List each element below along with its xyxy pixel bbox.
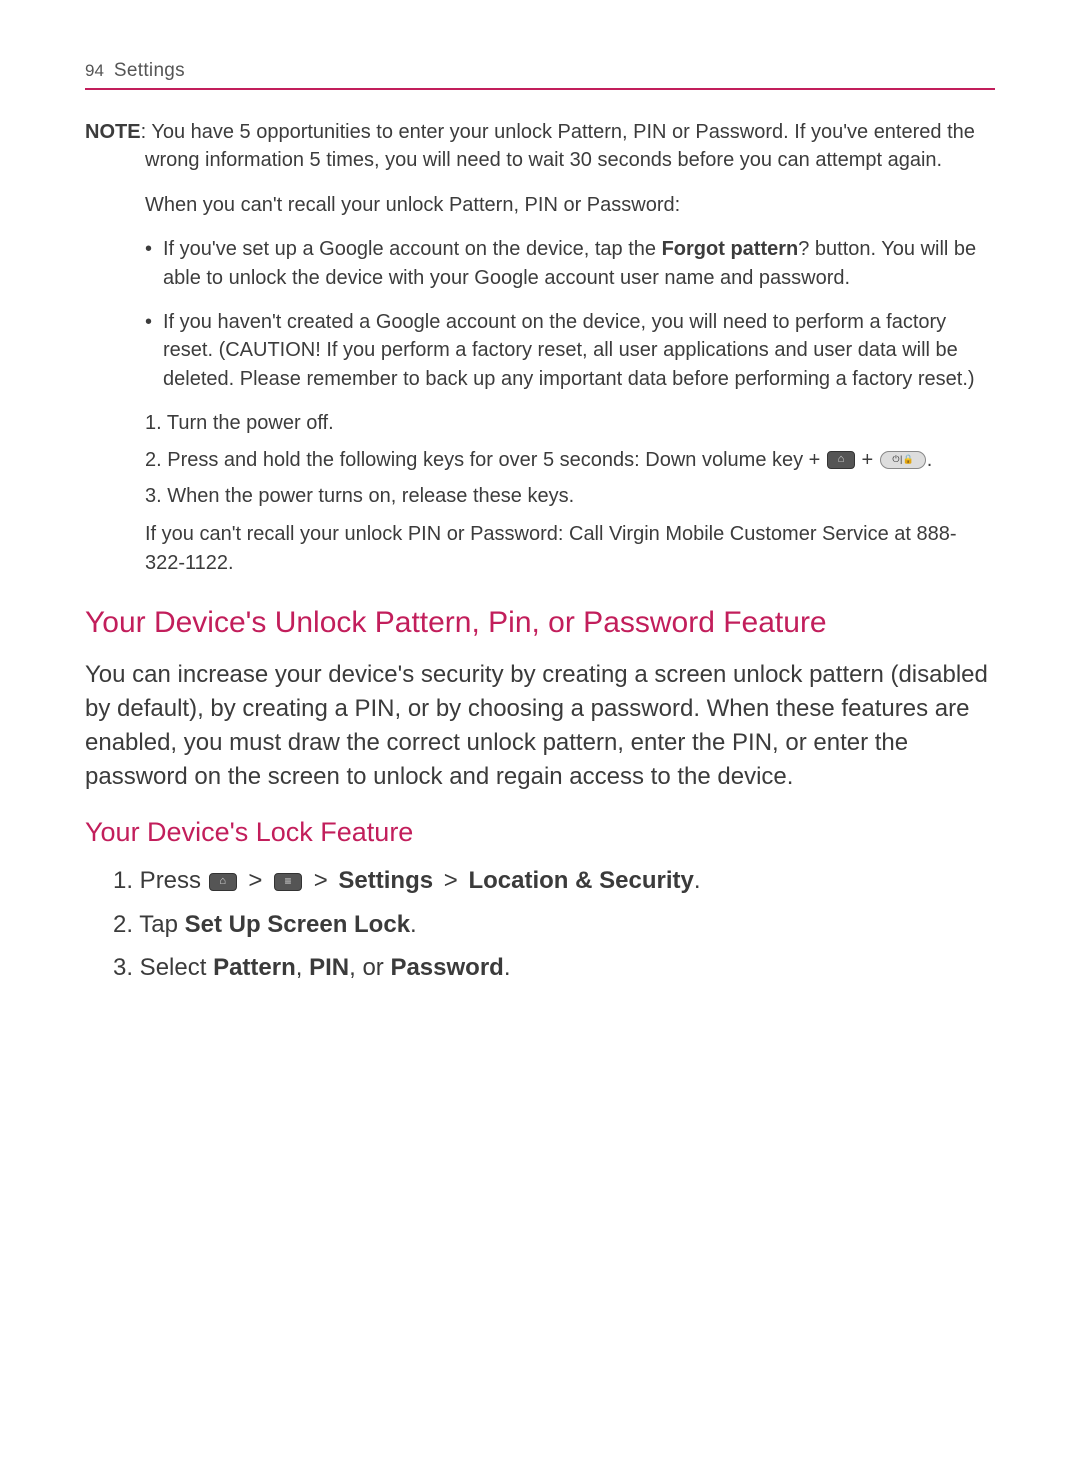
or-text: , or bbox=[349, 954, 390, 981]
list-item: 2. Press and hold the following keys for… bbox=[145, 446, 995, 474]
list-item: 1. Turn the power off. bbox=[145, 409, 995, 437]
settings-bold: Settings bbox=[338, 867, 433, 894]
forgot-pattern-bold: Forgot pattern bbox=[662, 238, 799, 260]
recall-intro: When you can't recall your unlock Patter… bbox=[85, 191, 995, 219]
list-item: If you haven't created a Google account … bbox=[145, 308, 995, 393]
page-number: 94 bbox=[85, 61, 104, 81]
list-item: 3. Select Pattern, PIN, or Password. bbox=[113, 949, 995, 986]
bullet-1-pre: If you've set up a Google account on the… bbox=[163, 238, 662, 260]
period: . bbox=[410, 911, 417, 938]
password-bold: Password bbox=[390, 954, 503, 981]
pin-bold: PIN bbox=[309, 954, 349, 981]
lock-feature-steps: 1. Press > > Settings > Location & Secur… bbox=[113, 862, 995, 986]
menu-key-icon bbox=[274, 873, 302, 891]
comma: , bbox=[296, 954, 309, 981]
pattern-bold: Pattern bbox=[213, 954, 296, 981]
page: 94 Settings NOTE: You have 5 opportuniti… bbox=[0, 0, 1080, 986]
step2-plus: + bbox=[856, 449, 879, 471]
note-intro: NOTE: You have 5 opportunities to enter … bbox=[85, 118, 995, 175]
section-title: Settings bbox=[114, 60, 185, 82]
body-unlock-feature: You can increase your device's security … bbox=[85, 658, 995, 794]
setup-screenlock-bold: Set Up Screen Lock bbox=[185, 911, 410, 938]
heading-lock-feature: Your Device's Lock Feature bbox=[85, 814, 995, 850]
list-item: 1. Press > > Settings > Location & Secur… bbox=[113, 862, 995, 899]
power-lock-key-icon bbox=[880, 451, 926, 469]
step3-pre: 3. Select bbox=[113, 954, 213, 981]
step2-pre: 2. Press and hold the following keys for… bbox=[145, 449, 826, 471]
note-block: NOTE: You have 5 opportunities to enter … bbox=[85, 118, 995, 577]
running-header: 94 Settings bbox=[85, 60, 995, 90]
chevron-text: > bbox=[238, 867, 273, 894]
home-key-icon bbox=[827, 451, 855, 469]
chevron-text: > bbox=[433, 867, 468, 894]
note-intro-text: : You have 5 opportunities to enter your… bbox=[141, 121, 975, 171]
location-security-bold: Location & Security bbox=[468, 867, 693, 894]
period: . bbox=[694, 867, 701, 894]
chevron-text: > bbox=[303, 867, 338, 894]
step2-pre: 2. Tap bbox=[113, 911, 185, 938]
home-key-icon bbox=[209, 873, 237, 891]
list-item: 2. Tap Set Up Screen Lock. bbox=[113, 906, 995, 943]
step1-pre: 1. Press bbox=[113, 867, 208, 894]
list-item: 3. When the power turns on, release thes… bbox=[145, 482, 995, 510]
note-label: NOTE bbox=[85, 121, 141, 143]
note-bullets: If you've set up a Google account on the… bbox=[145, 235, 995, 393]
period: . bbox=[504, 954, 511, 981]
step2-post: . bbox=[927, 449, 933, 471]
recall-pin-text: If you can't recall your unlock PIN or P… bbox=[85, 520, 995, 577]
note-steps: 1. Turn the power off. 2. Press and hold… bbox=[145, 409, 995, 510]
heading-unlock-feature: Your Device's Unlock Pattern, Pin, or Pa… bbox=[85, 603, 995, 644]
list-item: If you've set up a Google account on the… bbox=[145, 235, 995, 292]
